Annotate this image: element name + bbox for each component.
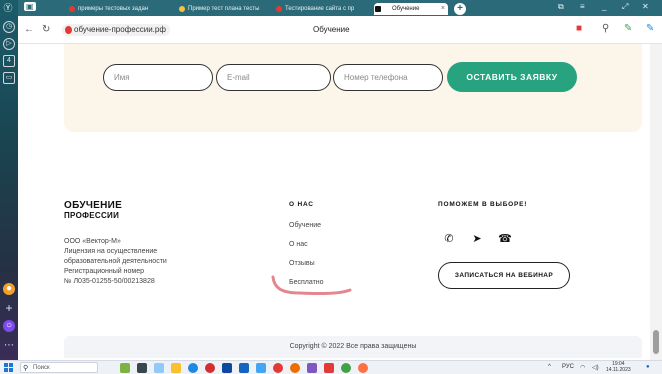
alice-icon[interactable]: ○ (3, 320, 15, 332)
search-icon: ⚲ (23, 365, 29, 372)
files-icon[interactable] (154, 363, 164, 373)
annotation-scribble (271, 275, 352, 296)
tab-favicon (69, 6, 75, 12)
footer-link-obuchenie[interactable]: Обучение (289, 222, 321, 229)
tab-test-plan[interactable]: Пример тест плана тесты (178, 3, 274, 15)
tab-test-examples[interactable]: примеры тестовых задан (68, 3, 178, 15)
tab-obuchenie[interactable]: Обучение × (374, 3, 448, 15)
avatar-icon[interactable]: ● (3, 283, 15, 295)
more-icon[interactable]: ⋯ (3, 340, 15, 352)
history-icon[interactable]: ◷ (3, 21, 15, 33)
site-security-icon[interactable] (65, 26, 72, 34)
extension-icon-2[interactable]: ✎ (646, 23, 654, 34)
app-icon-2[interactable] (358, 363, 368, 373)
collections-icon[interactable]: ⧉ (558, 2, 564, 12)
mail-icon[interactable] (239, 363, 249, 373)
tab-favicon (276, 6, 282, 12)
notification-icon[interactable]: ● (646, 364, 650, 370)
tray-chevron-icon[interactable]: ^ (548, 364, 551, 370)
tabs-menu-icon[interactable]: ▣ (24, 2, 36, 11)
tab-favicon (179, 6, 185, 12)
close-tab-icon[interactable]: × (441, 3, 445, 15)
scrollbar-thumb[interactable] (653, 330, 659, 354)
email-field[interactable]: E-mail (216, 64, 331, 91)
folder-icon[interactable] (171, 363, 181, 373)
play-icon[interactable]: ▷ (3, 38, 15, 50)
add-icon[interactable]: + (3, 302, 15, 314)
tab-bar: Ⓨ ▣ примеры тестовых задан Пример тест п… (3, 0, 662, 16)
start-icon[interactable] (4, 363, 14, 373)
bookmark-icon[interactable]: ■ (576, 23, 582, 34)
footer-link-about[interactable]: О нас (289, 241, 308, 248)
new-tab-button[interactable]: + (454, 3, 466, 15)
edge-icon[interactable] (188, 363, 198, 373)
task-view-icon[interactable] (137, 363, 147, 373)
name-field[interactable]: Имя (103, 64, 213, 91)
tab-favicon (375, 6, 381, 12)
footer-link-reviews[interactable]: Отзывы (289, 260, 315, 267)
browser-menu-icon[interactable]: ≡ (580, 2, 585, 11)
address-bar: ← ↻ обучение-профессии.рф Обучение ■ ⚲ ✎… (18, 16, 662, 44)
volume-icon[interactable]: ◁) (592, 364, 599, 371)
reload-icon[interactable]: ↻ (42, 24, 50, 35)
yandex-logo-icon[interactable]: Ⓨ (2, 2, 14, 14)
opera-icon[interactable] (205, 363, 215, 373)
telegram-icon[interactable]: ➤ (470, 232, 484, 246)
phone-field[interactable]: Номер телефона (333, 64, 443, 91)
store-icon[interactable] (222, 363, 232, 373)
web-page: Имя E-mail Номер телефона ОСТАВИТЬ ЗАЯВК… (18, 44, 650, 360)
taskbar-clock[interactable]: 19:04 14.11.2023 (606, 361, 631, 373)
page-scrollbar[interactable] (650, 44, 662, 360)
taskbar: ⚲ Поиск ^ РУС ◠ ◁) 19:04 14.11.2023 ● (0, 360, 662, 374)
close-window-icon[interactable]: ✕ (642, 2, 649, 11)
yandex-icon[interactable] (324, 363, 334, 373)
lead-form-panel: Имя E-mail Номер телефона ОСТАВИТЬ ЗАЯВК… (64, 44, 642, 132)
about-heading: О НАС (289, 201, 314, 208)
photos-icon[interactable] (256, 363, 266, 373)
browser-sidebar: ◷ ▷ 4 ▭ ● + ○ ⋯ (0, 0, 18, 360)
copyright-bar: Copyright © 2022 Все права защищены (64, 336, 642, 358)
counter-icon[interactable]: 4 (3, 55, 15, 67)
company-info: ООО «Вектор-М» Лицензия на осуществление… (64, 238, 167, 285)
wallet-icon[interactable]: ▭ (3, 72, 15, 84)
tab-site-testing[interactable]: Тестирование сайта с пр (275, 3, 371, 15)
help-heading: ПОМОЖЕМ В ВЫБОРЕ! (438, 201, 528, 208)
url-field[interactable]: обучение-профессии.рф (62, 24, 170, 36)
phone-icon[interactable]: ☎ (498, 232, 512, 246)
page-title: Обучение (313, 25, 350, 34)
extension-icon[interactable]: ✎ (624, 23, 632, 34)
reader-mode-icon[interactable]: ⚲ (602, 23, 609, 34)
firefox-icon[interactable] (290, 363, 300, 373)
minimize-icon[interactable]: _ (602, 2, 606, 11)
footer-logo[interactable]: ОБУЧЕНИЕ ПРОФЕССИИ (64, 201, 122, 221)
webinar-signup-button[interactable]: ЗАПИСАТЬСЯ НА ВЕБИНАР (438, 262, 570, 289)
widgets-icon[interactable] (120, 363, 130, 373)
chrome-icon[interactable] (341, 363, 351, 373)
language-indicator[interactable]: РУС (562, 364, 574, 370)
restore-icon[interactable]: ⤢ (622, 2, 628, 12)
app-icon[interactable] (307, 363, 317, 373)
taskbar-search[interactable]: ⚲ Поиск (20, 362, 98, 373)
wifi-icon[interactable]: ◠ (580, 364, 585, 371)
whatsapp-icon[interactable]: ✆ (442, 232, 456, 246)
yandex-browser-icon[interactable] (273, 363, 283, 373)
submit-application-button[interactable]: ОСТАВИТЬ ЗАЯВКУ (447, 62, 577, 92)
back-icon[interactable]: ← (24, 24, 34, 35)
